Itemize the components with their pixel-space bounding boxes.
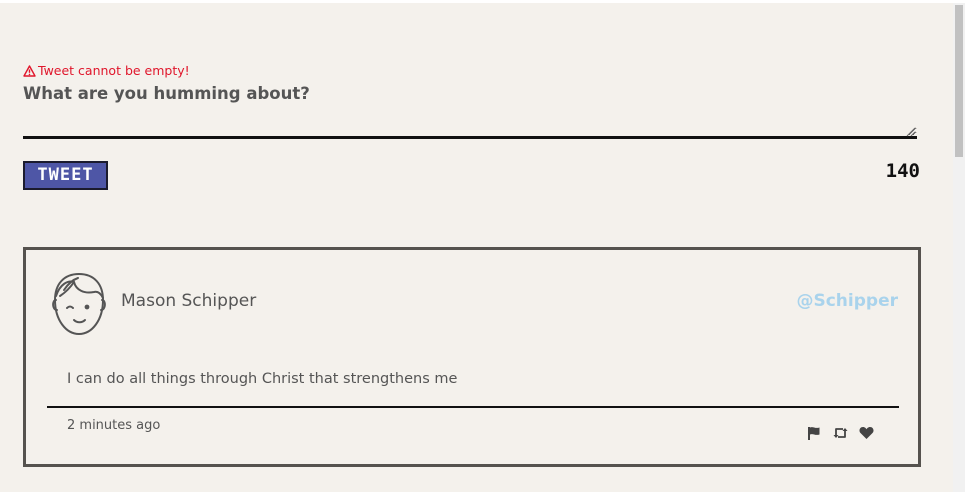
flag-button[interactable]: [805, 425, 823, 441]
tweet-text: I can do all things through Christ that …: [67, 371, 458, 387]
error-text: Tweet cannot be empty!: [38, 63, 190, 78]
tweet-card: Mason Schipper @Schipper I can do all th…: [23, 247, 921, 467]
author-name: Mason Schipper: [121, 291, 257, 311]
scrollbar[interactable]: [953, 3, 965, 492]
author-handle[interactable]: @Schipper: [796, 291, 898, 311]
tweet-button[interactable]: TWEET: [23, 161, 108, 190]
retweet-icon: [833, 428, 847, 438]
like-button[interactable]: [857, 425, 875, 441]
divider: [47, 406, 899, 408]
resize-grip-icon[interactable]: [906, 127, 916, 137]
tweet-input[interactable]: [23, 84, 917, 139]
tweet-timestamp: 2 minutes ago: [67, 418, 161, 433]
warning-icon: [23, 64, 36, 77]
avatar-icon: [52, 273, 106, 335]
character-count: 140: [885, 160, 920, 182]
tweet-actions: [805, 425, 875, 441]
scrollbar-thumb[interactable]: [955, 5, 963, 157]
error-message: Tweet cannot be empty!: [23, 63, 190, 78]
heart-icon: [858, 427, 874, 439]
retweet-button[interactable]: [831, 425, 849, 441]
flag-icon: [808, 426, 820, 440]
